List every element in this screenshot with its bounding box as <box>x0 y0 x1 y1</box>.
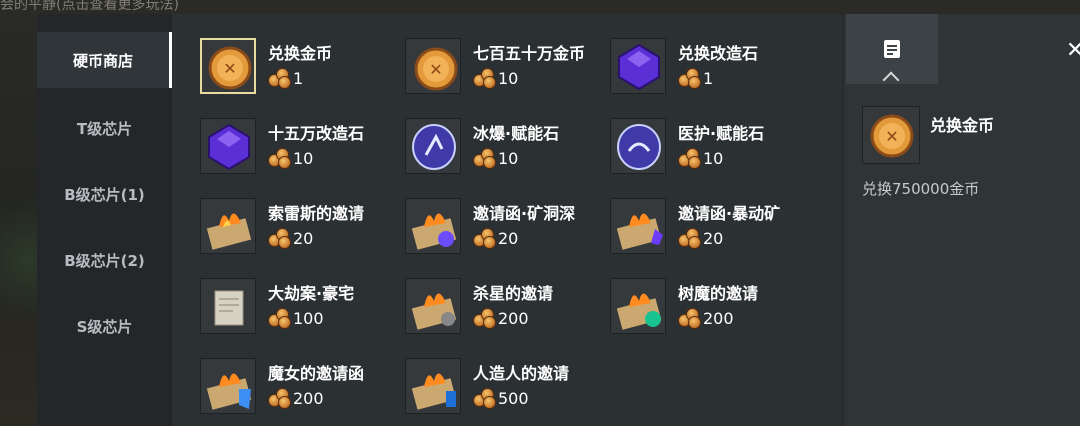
sidebar-item-coin-shop[interactable]: 硬币商店 <box>37 32 172 88</box>
coin-currency-icon <box>268 68 291 89</box>
coin-currency-icon <box>678 68 701 89</box>
purple-gem-icon <box>200 118 256 174</box>
shop-item[interactable]: 大劫案·豪宅 100 <box>172 268 377 334</box>
shop-item[interactable]: ✕ 七百五十万金币 10 <box>377 28 585 94</box>
shop-sidebar: 硬币商店 T级芯片 B级芯片(1) B级芯片(2) S级芯片 <box>37 14 172 426</box>
coin-currency-icon <box>473 388 496 409</box>
svg-text:✕: ✕ <box>223 59 236 78</box>
sidebar-item-s-chip[interactable]: S级芯片 <box>37 298 172 354</box>
shop-item[interactable]: 人造人的邀请 500 <box>377 348 582 414</box>
burning-invite-icon <box>405 358 461 414</box>
gold-coin-icon: ✕ <box>405 38 461 94</box>
burning-invite-icon <box>200 358 256 414</box>
burning-invite-icon <box>610 278 666 334</box>
sidebar-item-t-chip[interactable]: T级芯片 <box>37 100 172 156</box>
shop-item[interactable]: 索雷斯的邀请 20 <box>172 188 377 254</box>
shop-item[interactable]: 邀请函·暴动矿 20 <box>582 188 787 254</box>
document-icon <box>884 40 900 58</box>
coin-currency-icon <box>473 148 496 169</box>
coin-currency-icon <box>268 148 291 169</box>
coin-currency-icon <box>268 388 291 409</box>
close-icon[interactable]: ✕ <box>1066 38 1080 63</box>
shop-item-grid: ✕ 兑换金币 1 ✕ 七百五十万金币 10 兑换改造石 1 十五万改造石 10 … <box>172 14 842 426</box>
coin-currency-icon <box>473 308 496 329</box>
burning-invite-icon <box>405 278 461 334</box>
coin-currency-icon <box>678 308 701 329</box>
heal-stone-icon <box>610 118 666 174</box>
gold-coin-icon: ✕ <box>200 38 256 94</box>
burning-invite-icon <box>610 198 666 254</box>
burning-invite-icon <box>405 198 461 254</box>
purple-gem-icon <box>610 38 666 94</box>
shop-item[interactable]: 邀请函·矿洞深 20 <box>377 188 582 254</box>
coin-currency-icon <box>678 148 701 169</box>
shop-item[interactable]: 杀星的邀请 200 <box>377 268 582 334</box>
svg-text:✕: ✕ <box>885 127 898 146</box>
shop-item[interactable]: ✕ 兑换金币 1 <box>172 28 377 94</box>
svg-text:✕: ✕ <box>429 60 442 79</box>
shop-item[interactable]: 医护·赋能石 10 <box>582 108 787 174</box>
shop-item[interactable]: 十五万改造石 10 <box>172 108 377 174</box>
detail-item-description: 兑换750000金币 <box>862 180 980 198</box>
coin-currency-icon <box>268 308 291 329</box>
top-hint-text: 会的平静(点击查看更多玩法) <box>0 0 179 13</box>
coin-currency-icon <box>268 228 291 249</box>
burning-invite-icon <box>200 198 256 254</box>
coin-currency-icon <box>473 68 496 89</box>
item-detail-panel: ✕ ✕ 兑换金币 兑换750000金币 <box>844 14 1080 426</box>
coin-currency-icon <box>473 228 496 249</box>
detail-item-name: 兑换金币 <box>930 116 995 135</box>
sidebar-item-b-chip-1[interactable]: B级芯片(1) <box>37 166 172 222</box>
gold-coin-icon: ✕ <box>862 106 920 164</box>
shop-item[interactable]: 兑换改造石 1 <box>582 28 787 94</box>
ice-stone-icon <box>405 118 461 174</box>
shop-item[interactable]: 树魔的邀请 200 <box>582 268 787 334</box>
coin-currency-icon <box>678 228 701 249</box>
sidebar-item-b-chip-2[interactable]: B级芯片(2) <box>37 232 172 288</box>
shop-item[interactable]: 冰爆·赋能石 10 <box>377 108 582 174</box>
shop-item[interactable]: 魔女的邀请函 200 <box>172 348 377 414</box>
paper-note-icon <box>200 278 256 334</box>
